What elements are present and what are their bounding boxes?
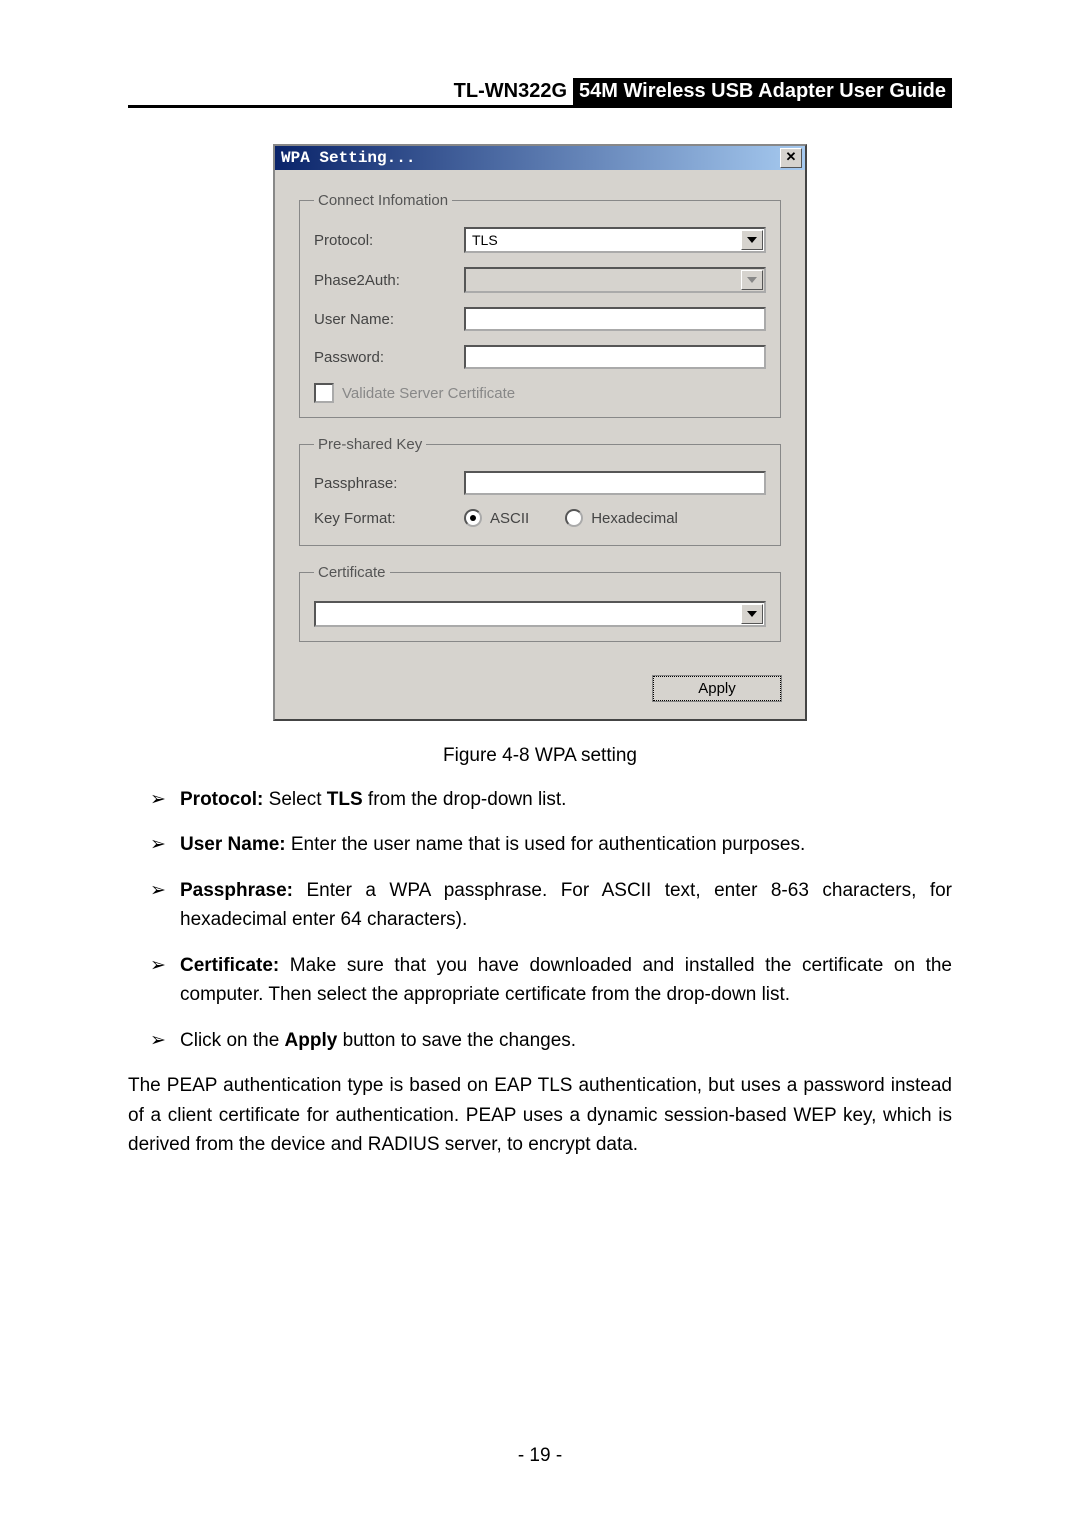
wpa-setting-dialog: WPA Setting... ✕ Connect Infomation Prot… [273,144,807,721]
header-title: 54M Wireless USB Adapter User Guide [573,78,952,105]
list-item: User Name: Enter the user name that is u… [150,830,952,859]
list-item: Certificate: Make sure that you have dow… [150,951,952,1010]
bullet-text: Enter the user name that is used for aut… [286,834,806,855]
certificate-legend: Certificate [314,564,390,581]
keyformat-label: Key Format: [314,510,464,527]
figure-caption: Figure 4-8 WPA setting [128,745,952,767]
list-item: Protocol: Select TLS from the drop-down … [150,785,952,814]
chevron-down-icon[interactable] [741,230,763,250]
password-label: Password: [314,349,464,366]
bullet-text: from the drop-down list. [363,789,567,810]
bullet-text: Enter a WPA passphrase. For ASCII text, … [180,880,952,930]
list-item: Click on the Apply button to save the ch… [150,1026,952,1055]
body-paragraph: The PEAP authentication type is based on… [128,1071,952,1159]
username-label: User Name: [314,311,464,328]
psk-legend: Pre-shared Key [314,436,426,453]
page-header: TL-WN322G54M Wireless USB Adapter User G… [128,78,952,108]
list-item: Passphrase: Enter a WPA passphrase. For … [150,876,952,935]
header-model: TL-WN322G [454,80,573,102]
bullet-list: Protocol: Select TLS from the drop-down … [128,785,952,1055]
psk-group: Pre-shared Key Passphrase: Key Format: A… [299,436,781,546]
connect-info-legend: Connect Infomation [314,192,452,209]
radio-ascii-label: ASCII [490,510,529,527]
bullet-text: button to save the changes. [337,1030,576,1051]
close-icon[interactable]: ✕ [780,148,802,168]
connect-info-group: Connect Infomation Protocol: TLS Phase2A… [299,192,781,418]
bullet-bold: Certificate: [180,955,279,976]
protocol-value: TLS [472,232,498,248]
validate-cert-label: Validate Server Certificate [342,385,515,402]
radio-ascii[interactable]: ASCII [464,509,529,527]
bullet-bold: User Name: [180,834,286,855]
chevron-down-icon [741,270,763,290]
certificate-select[interactable] [314,601,766,627]
bullet-bold: TLS [327,789,363,810]
bullet-bold: Protocol: [180,789,263,810]
page-number: - 19 - [0,1445,1080,1467]
dialog-titlebar: WPA Setting... ✕ [275,146,805,170]
dialog-title: WPA Setting... [281,149,415,167]
bullet-bold: Apply [285,1030,338,1051]
radio-hex-label: Hexadecimal [591,510,678,527]
bullet-text: Select [263,789,326,810]
validate-cert-checkbox[interactable] [314,383,334,403]
radio-hex[interactable]: Hexadecimal [565,509,678,527]
bullet-bold: Passphrase: [180,880,293,901]
passphrase-input[interactable] [464,471,766,495]
protocol-label: Protocol: [314,232,464,249]
phase2auth-select [464,267,766,293]
chevron-down-icon[interactable] [741,604,763,624]
certificate-group: Certificate [299,564,781,642]
password-input[interactable] [464,345,766,369]
passphrase-label: Passphrase: [314,475,464,492]
bullet-text: Make sure that you have downloaded and i… [180,955,952,1005]
phase2auth-label: Phase2Auth: [314,272,464,289]
apply-button[interactable]: Apply [653,676,781,701]
protocol-select[interactable]: TLS [464,227,766,253]
bullet-text: Click on the [180,1030,285,1051]
username-input[interactable] [464,307,766,331]
